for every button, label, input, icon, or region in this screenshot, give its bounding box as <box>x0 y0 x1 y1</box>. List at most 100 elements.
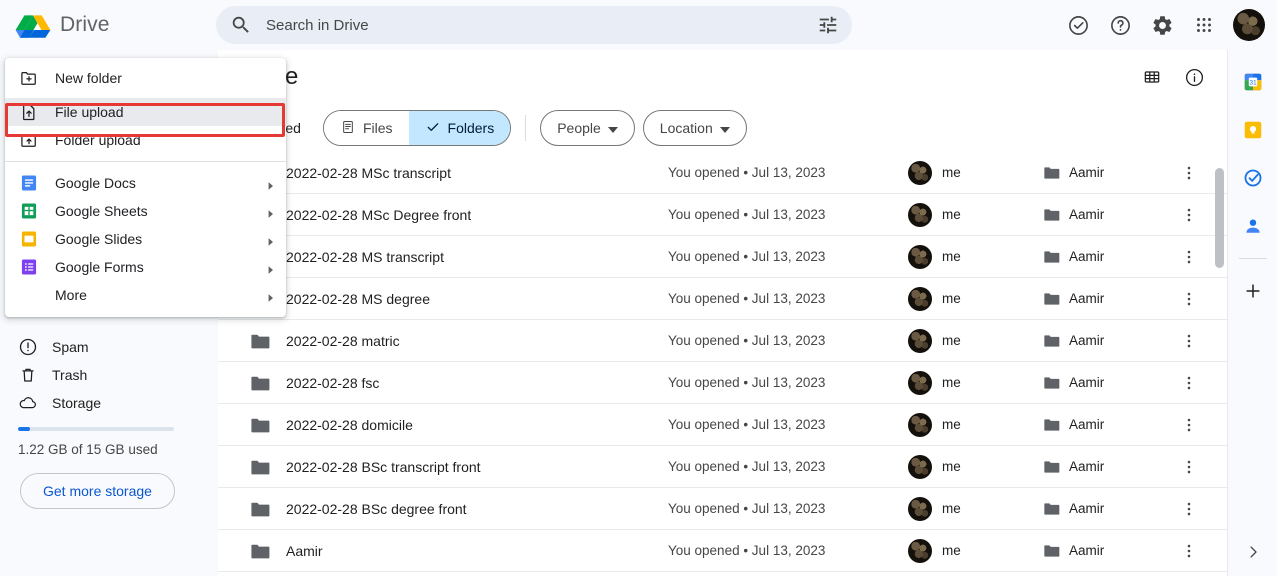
row-more-options-button[interactable] <box>1175 243 1203 271</box>
chip-people[interactable]: People <box>540 110 635 146</box>
row-location-label: Aamir <box>1069 543 1105 558</box>
row-more-options-button[interactable] <box>1175 537 1203 565</box>
settings-gear-icon[interactable] <box>1143 6 1181 44</box>
context-menu-item-google-forms[interactable]: Google Forms <box>5 253 286 281</box>
storage-progress-bar[interactable] <box>18 427 174 431</box>
google-keep-icon[interactable] <box>1237 114 1269 146</box>
info-icon[interactable] <box>1177 60 1211 94</box>
row-location-cell[interactable]: Aamir <box>1043 375 1163 390</box>
context-menu-item-label: Google Forms <box>55 259 144 275</box>
context-menu-item-google-slides[interactable]: Google Slides <box>5 225 286 253</box>
folder-icon <box>1043 501 1060 516</box>
folder-icon <box>250 332 270 350</box>
sidebar-item-storage[interactable]: Storage <box>0 389 218 417</box>
chip-folders[interactable]: Folders <box>408 111 511 145</box>
row-owner-label: me <box>942 333 961 348</box>
row-location-cell[interactable]: Aamir <box>1043 249 1163 264</box>
chip-label: Folders <box>447 120 495 136</box>
row-name-cell: 2022-02-28 fsc <box>218 374 668 392</box>
table-row[interactable]: 2022-02-28 MS degree You opened • Jul 13… <box>218 278 1227 320</box>
context-menu-item-file-upload[interactable]: File upload <box>5 98 286 126</box>
file-upload-icon <box>19 102 39 122</box>
help-icon[interactable] <box>1101 6 1139 44</box>
grid-view-icon[interactable] <box>1135 60 1169 94</box>
table-row[interactable]: 2022-02-28 BSc transcript front You open… <box>218 446 1227 488</box>
row-location-label: Aamir <box>1069 417 1105 432</box>
owner-avatar <box>908 496 932 521</box>
row-more-options-button[interactable] <box>1175 495 1203 523</box>
apps-grid-icon[interactable] <box>1185 6 1223 44</box>
table-row[interactable]: 2022-02-28 matric You opened • Jul 13, 2… <box>218 320 1227 362</box>
row-name-cell: 2022-02-28 BSc degree front <box>218 500 668 518</box>
folder-icon <box>250 458 270 476</box>
folder-icon <box>250 416 270 434</box>
search-input[interactable] <box>266 16 808 34</box>
row-more-options-button[interactable] <box>1175 159 1203 187</box>
row-owner-cell: me <box>908 160 1043 185</box>
row-reason-label: You opened • Jul 13, 2023 <box>668 207 826 222</box>
google-tasks-icon[interactable] <box>1237 162 1269 194</box>
row-location-cell[interactable]: Aamir <box>1043 459 1163 474</box>
row-more-options-button[interactable] <box>1175 411 1203 439</box>
row-more-options-button[interactable] <box>1175 285 1203 313</box>
row-reason-label: You opened • Jul 13, 2023 <box>668 291 826 306</box>
get-more-storage-button[interactable]: Get more storage <box>20 473 175 509</box>
row-owner-label: me <box>942 459 961 474</box>
row-more-options-button[interactable] <box>1175 369 1203 397</box>
row-location-cell[interactable]: Aamir <box>1043 165 1163 180</box>
filter-chips-row: Suggested Files Folders <box>218 104 1227 152</box>
sidebar-item-spam[interactable]: Spam <box>0 333 218 361</box>
file-list-scrollbar-thumb[interactable] <box>1215 168 1224 268</box>
row-owner-cell: me <box>908 328 1043 353</box>
side-panel-expand-button[interactable] <box>1237 536 1269 568</box>
table-row[interactable]: 2022-02-28 MS transcript You opened • Ju… <box>218 236 1227 278</box>
table-row[interactable]: Aamir You opened • Jul 13, 2023 me Aamir <box>218 530 1227 572</box>
google-contacts-icon[interactable] <box>1237 210 1269 242</box>
row-reason-label: You opened • Jul 13, 2023 <box>668 417 826 432</box>
submenu-arrow-icon <box>266 178 276 190</box>
account-avatar[interactable] <box>1233 9 1265 41</box>
right-side-panel: 31 <box>1227 50 1277 576</box>
context-menu-item-more[interactable]: More <box>5 281 286 309</box>
row-more-options-button[interactable] <box>1175 327 1203 355</box>
row-owner-cell: me <box>908 412 1043 437</box>
owner-avatar <box>908 370 932 395</box>
sidebar-item-trash[interactable]: Trash <box>0 361 218 389</box>
chip-files[interactable]: Files <box>323 111 409 145</box>
row-more-options-button[interactable] <box>1175 453 1203 481</box>
google-slides-icon <box>19 229 39 249</box>
search-bar[interactable] <box>216 6 852 44</box>
row-location-cell[interactable]: Aamir <box>1043 501 1163 516</box>
support-checkmark-icon[interactable] <box>1059 6 1097 44</box>
row-name-label: 2022-02-28 MS degree <box>286 290 430 307</box>
row-location-cell[interactable]: Aamir <box>1043 333 1163 348</box>
folder-icon <box>1043 207 1060 222</box>
table-row[interactable]: 2022-02-28 MSc transcript You opened • J… <box>218 152 1227 194</box>
table-row[interactable]: 2022-02-28 MSc Degree front You opened •… <box>218 194 1227 236</box>
context-menu-item-new-folder[interactable]: New folder <box>5 64 286 92</box>
row-more-options-button[interactable] <box>1175 201 1203 229</box>
cloud-storage-icon <box>18 393 38 413</box>
tune-filter-icon[interactable] <box>808 5 848 45</box>
row-location-cell[interactable]: Aamir <box>1043 207 1163 222</box>
google-calendar-icon[interactable]: 31 <box>1237 66 1269 98</box>
table-row[interactable]: 2022-02-28 domicile You opened • Jul 13,… <box>218 404 1227 446</box>
row-name-cell: 2022-02-28 BSc transcript front <box>218 458 668 476</box>
side-panel-divider <box>1238 258 1267 259</box>
drive-brand[interactable]: Drive <box>14 8 204 42</box>
add-ons-plus-icon[interactable] <box>1237 275 1269 307</box>
context-menu-item-label: Google Sheets <box>55 203 148 219</box>
row-location-cell[interactable]: Aamir <box>1043 417 1163 432</box>
table-row[interactable]: 2022-02-28 BSc degree front You opened •… <box>218 488 1227 530</box>
files-icon <box>340 119 356 138</box>
row-location-cell[interactable]: Aamir <box>1043 291 1163 306</box>
table-row[interactable]: 2022-02-28 fsc You opened • Jul 13, 2023… <box>218 362 1227 404</box>
row-location-cell[interactable]: Aamir <box>1043 543 1163 558</box>
context-menu-item-label: Google Slides <box>55 231 143 247</box>
chip-location[interactable]: Location <box>642 110 747 146</box>
row-name-label: 2022-02-28 domicile <box>286 416 413 433</box>
context-menu-item-google-sheets[interactable]: Google Sheets <box>5 197 286 225</box>
context-menu-item-folder-upload[interactable]: Folder upload <box>5 126 286 154</box>
context-menu-item-google-docs[interactable]: Google Docs <box>5 169 286 197</box>
submenu-arrow-icon <box>266 206 276 218</box>
